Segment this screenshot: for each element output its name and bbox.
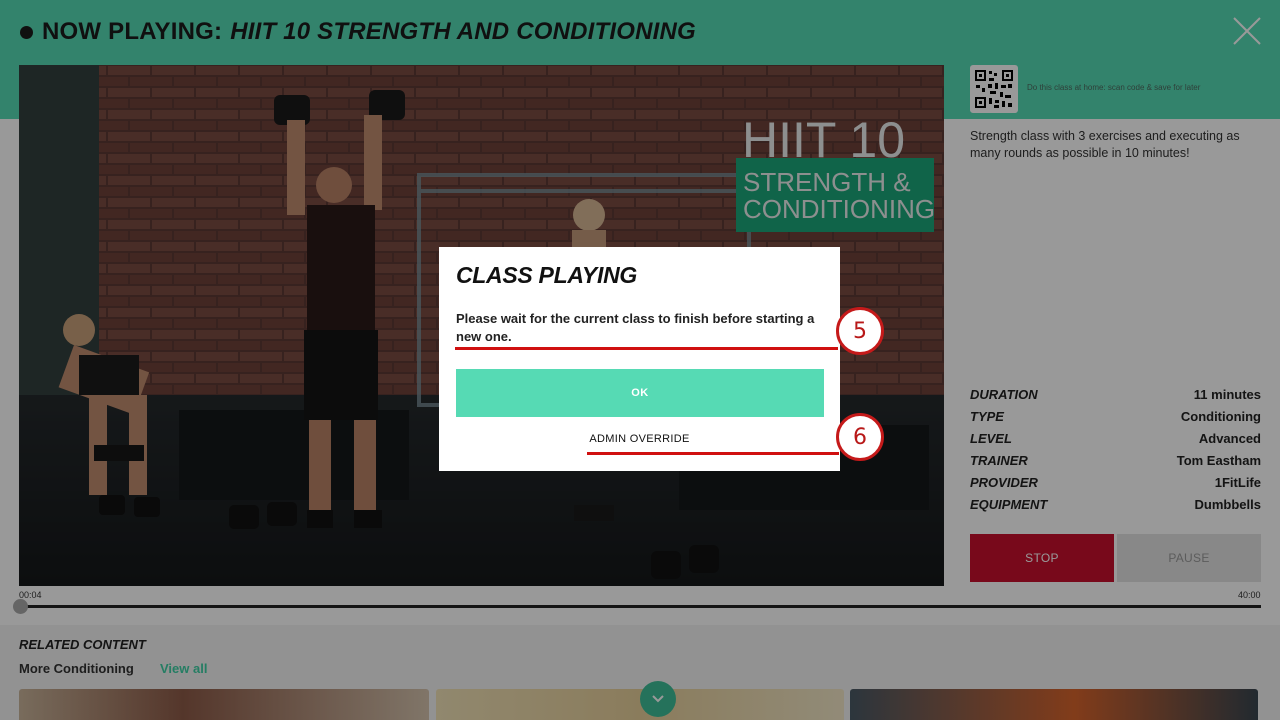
admin-override-button[interactable]: ADMIN OVERRIDE — [439, 433, 840, 445]
ok-button[interactable]: OK — [456, 369, 824, 417]
annotation-marker-6: 6 — [836, 413, 884, 461]
annotation-marker-5: 5 — [836, 307, 884, 355]
dialog-title: CLASS PLAYING — [456, 262, 637, 288]
annotation-underline-6 — [587, 452, 839, 455]
class-playing-dialog: CLASS PLAYING Please wait for the curren… — [439, 247, 840, 471]
app-root: NOW PLAYING: HIIT 10 STRENGTH AND CONDIT… — [0, 0, 1280, 720]
annotation-underline-5 — [455, 347, 838, 350]
dialog-message: Please wait for the current class to fin… — [456, 311, 815, 344]
